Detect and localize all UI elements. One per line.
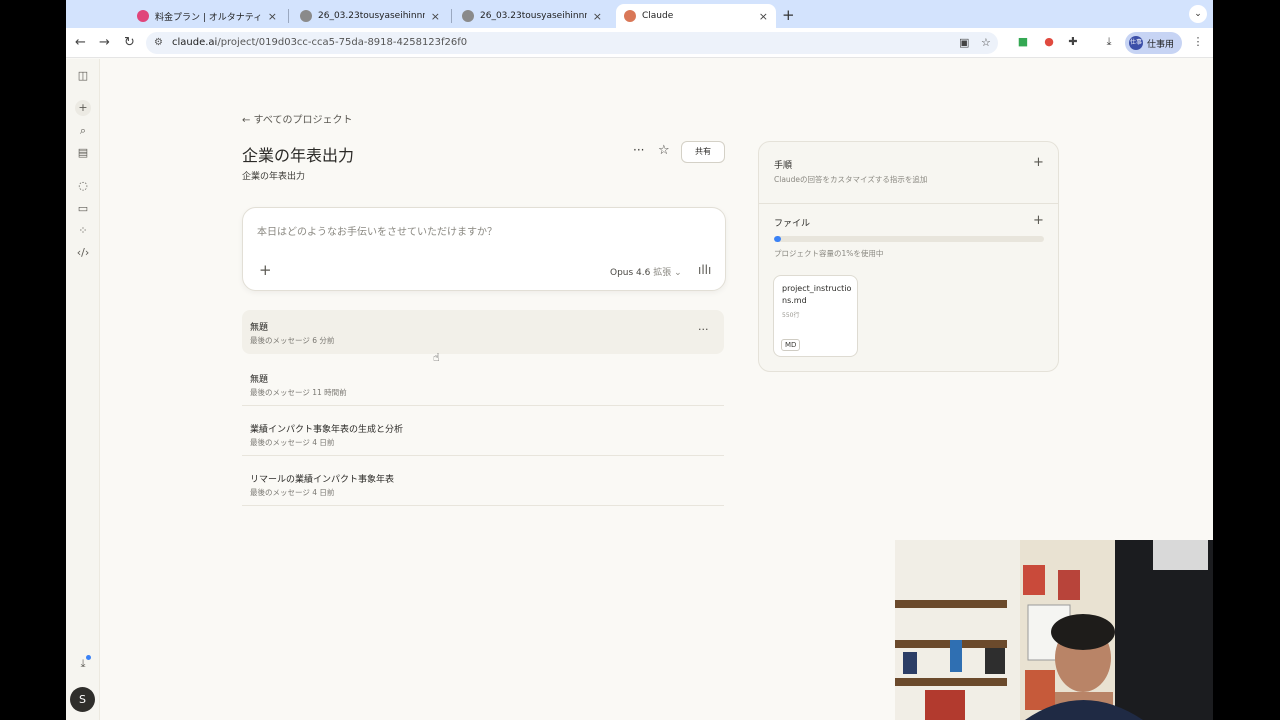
extension-badge-icon[interactable]: ●	[1042, 35, 1056, 49]
user-avatar[interactable]: S	[70, 687, 95, 712]
file-name: project_instructions.md	[782, 284, 852, 305]
instructions-heading: 手順	[774, 161, 793, 171]
chat-timestamp: 最後のメッセージ 4 日前	[250, 488, 335, 497]
tab-notes-1[interactable]: 26_03.23tousyaseihinnnote ×	[292, 4, 448, 28]
back-to-projects-link[interactable]: ← すべてのプロジェクト	[242, 111, 352, 126]
project-knowledge-panel: 手順 Claudeの回答をカスタマイズする指示を追加 + ファイル + プロジェ…	[758, 141, 1059, 372]
project-options-icon[interactable]: ···	[633, 143, 644, 157]
browser-toolbar: ← → ↻ ⚙ claude.ai/project/019d03cc-cca5-…	[66, 28, 1213, 58]
files-heading: ファイル	[774, 219, 811, 229]
site-settings-icon[interactable]: ⚙	[154, 37, 166, 49]
instructions-description: Claudeの回答をカスタマイズする指示を追加	[774, 175, 928, 184]
cast-icon[interactable]: ▣	[959, 36, 969, 49]
voice-mode-icon[interactable]: ıllı	[698, 263, 711, 277]
panel-divider	[759, 203, 1058, 204]
globe-icon	[462, 10, 474, 22]
model-selector[interactable]: Opus 4.6 拡張 ⌄	[610, 265, 682, 278]
capacity-text: プロジェクト容量の1%を使用中	[774, 249, 884, 258]
pointer-cursor-icon: ☝	[433, 351, 440, 364]
chat-timestamp: 最後のメッセージ 6 分前	[250, 336, 335, 345]
share-button[interactable]: 共有	[681, 141, 725, 163]
app-sidebar: ◫ + ⌕ ▤ ◌ ▭ ⁘ ‹/› ⤓ S	[66, 59, 100, 720]
chat-title: 無題	[250, 375, 269, 385]
file-line-count: 550行	[782, 312, 800, 319]
webcam-overlay	[895, 540, 1213, 720]
composer-placeholder[interactable]: 本日はどのようなお手伝いをさせていただけますか？	[257, 223, 497, 238]
folder-icon[interactable]: ▭	[75, 201, 91, 217]
new-tab-button[interactable]: +	[782, 6, 795, 24]
file-type-badge: MD	[781, 339, 801, 351]
address-bar[interactable]: ⚙ claude.ai/project/019d03cc-cca5-75da-8…	[146, 32, 998, 54]
chat-options-icon[interactable]: ···	[698, 323, 709, 336]
chat-timestamp: 最後のメッセージ 11 時間前	[250, 388, 347, 397]
tab-claude[interactable]: Claude ×	[616, 4, 776, 28]
extensions-puzzle-icon[interactable]: ✚	[1066, 35, 1080, 49]
search-icon[interactable]: ⌕	[75, 123, 91, 139]
back-arrow-icon[interactable]: ←	[75, 35, 86, 51]
message-composer[interactable]: 本日はどのようなお手伝いをさせていただけますか？ + Opus 4.6 拡張 ⌄…	[242, 207, 726, 291]
briefcase-icon[interactable]: ▤	[75, 145, 91, 161]
download-icon[interactable]: ⤓	[1102, 35, 1116, 49]
artifacts-icon[interactable]: ⁘	[75, 223, 91, 239]
chat-list-item[interactable]: 業績インパクト事象年表の生成と分析 最後のメッセージ 4 日前	[242, 412, 724, 456]
tab-divider	[451, 9, 452, 23]
close-tab-icon[interactable]: ×	[593, 10, 602, 23]
chat-list-item[interactable]: リマールの業績インパクト事象年表 最後のメッセージ 4 日前	[242, 462, 724, 506]
forward-arrow-icon[interactable]: →	[99, 35, 110, 51]
tab-strip: 料金プラン | オルタナティブデー × 26_03.23tousyaseihin…	[66, 0, 1213, 28]
reload-icon[interactable]: ↻	[124, 35, 135, 51]
add-file-plus-icon[interactable]: +	[1033, 213, 1044, 228]
bookmark-star-icon[interactable]: ☆	[981, 36, 991, 49]
notification-dot	[86, 655, 91, 660]
globe-icon	[300, 10, 312, 22]
browser-menu-icon[interactable]: ⋮	[1191, 35, 1205, 49]
tab-notes-2[interactable]: 26_03.23tousyaseihinnnote ×	[454, 4, 610, 28]
extension-icon[interactable]: ■	[1016, 35, 1030, 49]
project-title: 企業の年表出力	[242, 146, 355, 165]
capacity-bar	[774, 236, 1044, 242]
file-card[interactable]: project_instructions.md 550行 MD	[773, 275, 858, 357]
tab-search-chevron-icon[interactable]: ⌄	[1189, 5, 1207, 23]
tab-pricing[interactable]: 料金プラン | オルタナティブデー ×	[129, 4, 285, 28]
chevron-down-icon: ⌄	[674, 268, 682, 278]
chat-timestamp: 最後のメッセージ 4 日前	[250, 438, 335, 447]
close-tab-icon[interactable]: ×	[268, 10, 277, 23]
model-name: Opus 4.6	[610, 268, 651, 278]
chat-title: リマールの業績インパクト事象年表	[250, 475, 395, 485]
claude-icon	[624, 10, 636, 22]
add-instructions-plus-icon[interactable]: +	[1033, 155, 1044, 170]
attach-plus-icon[interactable]: +	[259, 261, 272, 279]
url-path: /project/019d03cc-cca5-75da-8918-4258123…	[217, 37, 468, 48]
chat-bubble-icon[interactable]: ◌	[75, 178, 91, 194]
chat-list-item[interactable]: 無題 最後のメッセージ 6 分前 ···	[242, 310, 724, 354]
webcam-image	[895, 540, 1213, 720]
close-tab-icon[interactable]: ×	[431, 10, 440, 23]
url-domain: claude.ai	[172, 37, 218, 48]
profile-avatar: 仕事	[1129, 36, 1143, 50]
chat-title: 業績インパクト事象年表の生成と分析	[250, 425, 404, 435]
sidebar-toggle-icon[interactable]: ◫	[75, 68, 91, 84]
new-chat-plus-icon[interactable]: +	[75, 100, 91, 116]
pricing-favicon-icon	[137, 10, 149, 22]
capacity-bar-fill	[774, 236, 781, 242]
code-icon[interactable]: ‹/›	[75, 245, 91, 261]
profile-chip[interactable]: 仕事 仕事用	[1125, 32, 1182, 54]
chat-title: 無題	[250, 323, 269, 333]
model-mode: 拡張	[653, 268, 672, 278]
profile-label: 仕事用	[1147, 39, 1175, 50]
favorite-star-icon[interactable]: ☆	[658, 143, 670, 158]
close-tab-icon[interactable]: ×	[759, 10, 768, 23]
chat-list-item[interactable]: 無題 最後のメッセージ 11 時間前	[242, 362, 724, 406]
tab-divider	[288, 9, 289, 23]
project-description: 企業の年表出力	[242, 172, 306, 182]
